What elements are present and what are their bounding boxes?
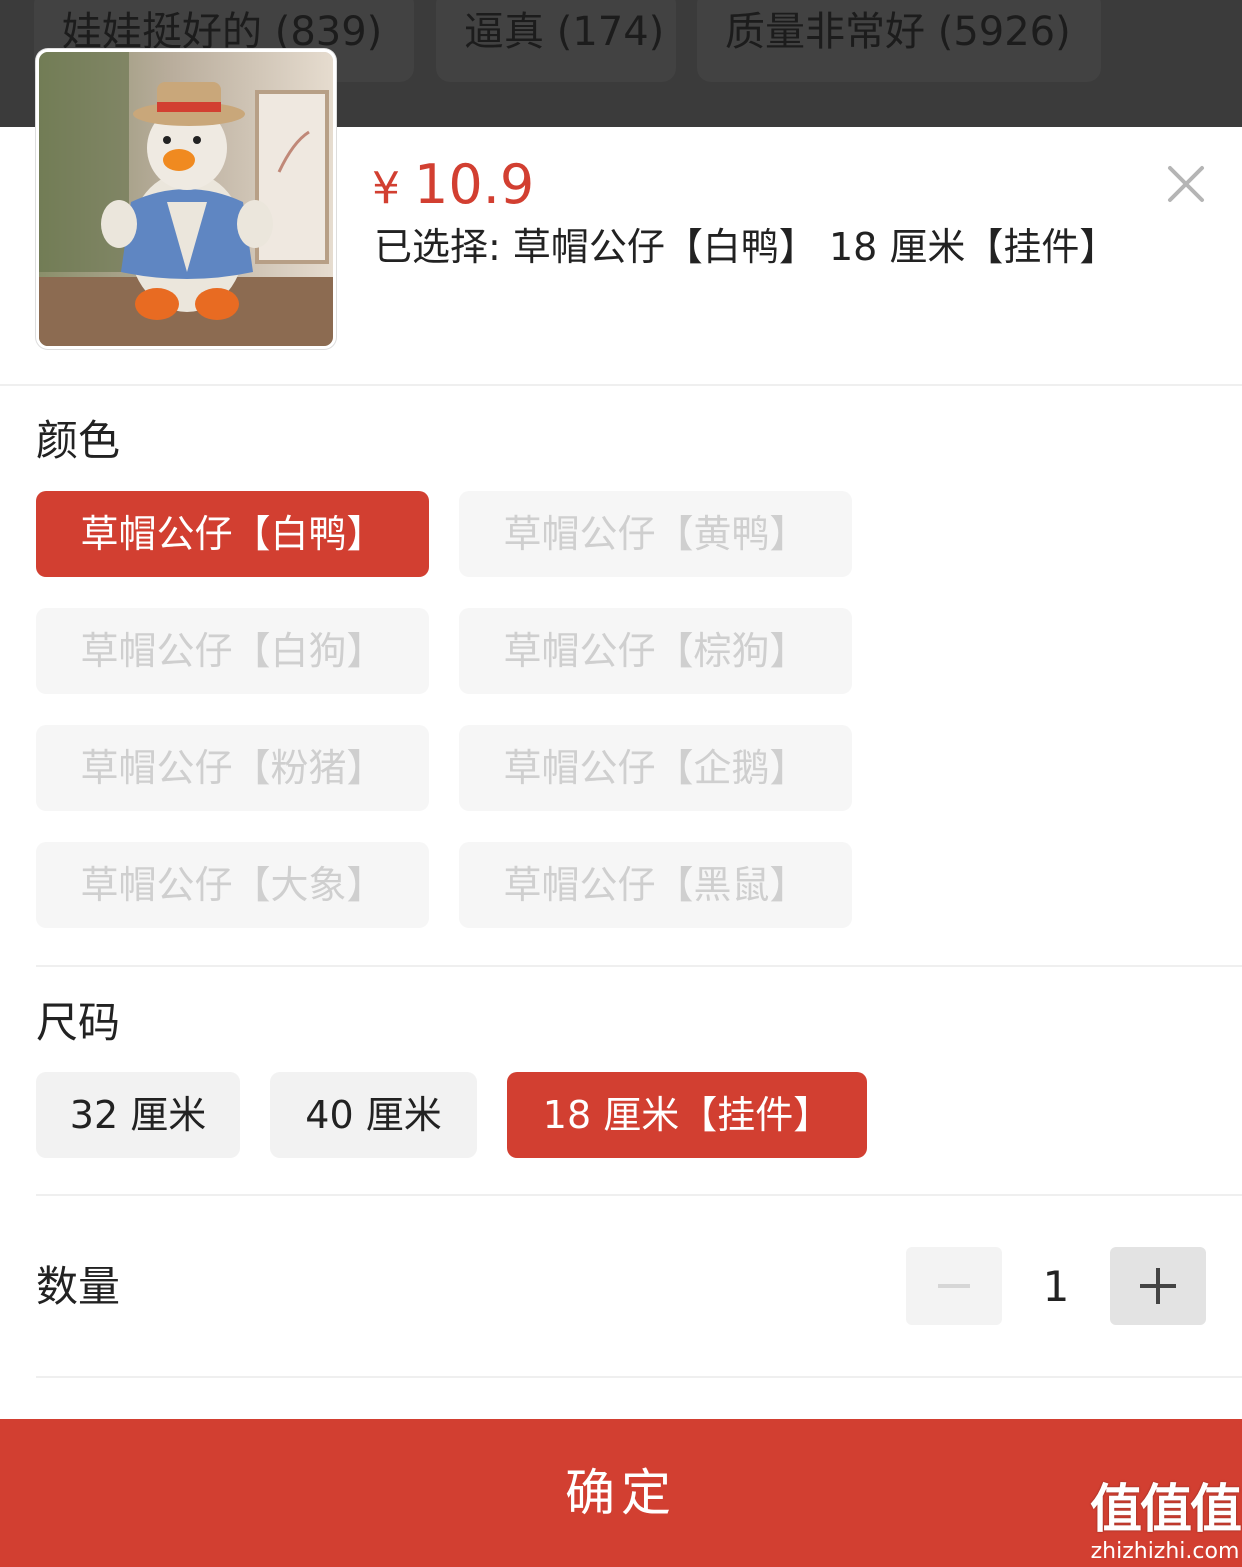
plus-icon [1140, 1268, 1176, 1304]
divider [36, 1194, 1242, 1196]
quantity-decrease-button[interactable] [906, 1247, 1002, 1325]
color-section-title: 颜色 [36, 416, 121, 465]
review-tag: 逼真 (174) [436, 0, 676, 82]
close-icon [1168, 166, 1204, 202]
divider [36, 965, 1242, 967]
price-value: 10.9 [414, 153, 535, 216]
confirm-button[interactable]: 确定 [0, 1419, 1242, 1567]
review-tag: 质量非常好 (5926) [697, 0, 1101, 82]
size-option[interactable]: 40 厘米 [270, 1072, 477, 1158]
color-option[interactable]: 草帽公仔【大象】 [36, 842, 429, 928]
quantity-increase-button[interactable] [1110, 1247, 1206, 1325]
color-option[interactable]: 草帽公仔【棕狗】 [459, 608, 852, 694]
product-price: ¥10.9 [372, 155, 534, 219]
color-option[interactable]: 草帽公仔【白狗】 [36, 608, 429, 694]
color-option[interactable]: 草帽公仔【黄鸭】 [459, 491, 852, 577]
color-option[interactable]: 草帽公仔【粉猪】 [36, 725, 429, 811]
size-option[interactable]: 18 厘米【挂件】 [507, 1072, 867, 1158]
color-option[interactable]: 草帽公仔【企鹅】 [459, 725, 852, 811]
divider [36, 1376, 1242, 1378]
size-option[interactable]: 32 厘米 [36, 1072, 240, 1158]
size-section-title: 尺码 [36, 998, 121, 1047]
color-option[interactable]: 草帽公仔【白鸭】 [36, 491, 429, 577]
divider [0, 384, 1242, 386]
close-button[interactable] [1160, 158, 1212, 210]
quantity-value[interactable]: 1 [1006, 1262, 1106, 1312]
color-option[interactable]: 草帽公仔【黑鼠】 [459, 842, 852, 928]
selected-spec-text: 已选择: 草帽公仔【白鸭】 18 厘米【挂件】 [374, 225, 1118, 269]
plush-duck-image [39, 52, 333, 346]
quantity-title: 数量 [36, 1262, 121, 1311]
minus-icon [938, 1284, 970, 1288]
product-thumbnail [36, 49, 336, 349]
currency-symbol: ¥ [372, 163, 400, 214]
